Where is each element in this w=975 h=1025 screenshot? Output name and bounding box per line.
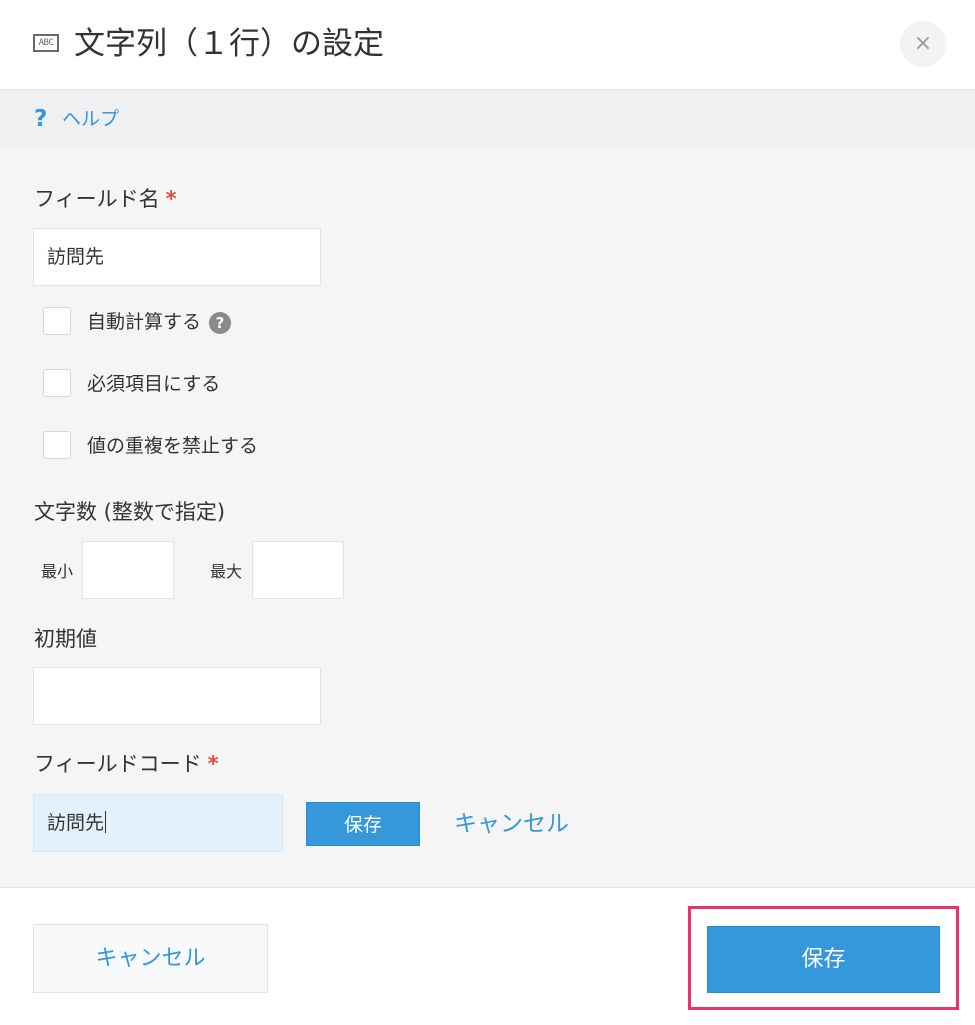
field-name-label: フィールド名 * [34, 185, 177, 213]
max-label: 最大 [210, 562, 243, 581]
auto-calc-label-text: 自動計算する [87, 311, 202, 333]
text-field-icon: ABC [33, 34, 59, 52]
help-bar: ? ヘルプ [0, 90, 975, 148]
auto-calc-label: 自動計算する? [87, 309, 232, 335]
min-length-input[interactable] [82, 541, 174, 599]
field-name-input[interactable]: 訪問先 [33, 228, 321, 286]
text-caret [105, 811, 107, 833]
close-icon: × [913, 31, 933, 56]
field-code-label: フィールドコード * [34, 750, 219, 778]
unique-checkbox[interactable] [43, 431, 71, 459]
auto-calc-checkbox[interactable] [43, 307, 71, 335]
min-label: 最小 [41, 562, 74, 581]
required-label: 必須項目にする [87, 373, 221, 395]
field-code-input[interactable]: 訪問先 [33, 794, 283, 852]
required-mark: * [165, 187, 177, 211]
cancel-button[interactable]: キャンセル [33, 924, 268, 993]
dialog-header: ABC 文字列（１行）の設定 × [0, 0, 975, 90]
field-code-value: 訪問先 [47, 812, 105, 834]
dialog-title: 文字列（１行）の設定 [74, 26, 384, 62]
field-code-save-button[interactable]: 保存 [306, 802, 420, 846]
max-length-input[interactable] [252, 541, 344, 599]
char-count-label: 文字数 (整数で指定) [34, 500, 226, 524]
help-circle-icon[interactable]: ? [209, 312, 232, 334]
dialog-footer: キャンセル 保存 [0, 887, 975, 1025]
default-value-input[interactable] [33, 667, 321, 725]
field-name-label-text: フィールド名 [34, 187, 160, 211]
required-checkbox[interactable] [43, 369, 71, 397]
default-value-label: 初期値 [34, 627, 97, 651]
question-icon: ? [34, 106, 48, 132]
help-link[interactable]: ヘルプ [62, 107, 119, 131]
field-code-label-text: フィールドコード [34, 752, 202, 776]
save-button[interactable]: 保存 [707, 926, 940, 993]
close-button[interactable]: × [900, 21, 946, 67]
required-mark: * [207, 752, 219, 776]
field-code-cancel-link[interactable]: キャンセル [454, 809, 569, 839]
unique-label: 値の重複を禁止する [87, 435, 259, 457]
